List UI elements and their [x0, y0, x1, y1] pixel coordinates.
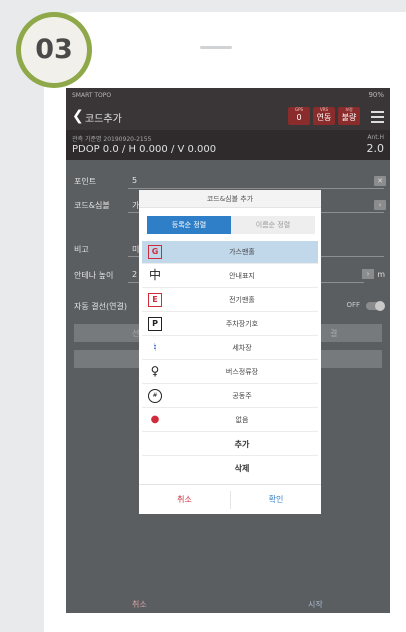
- symbol-item-none[interactable]: ● 없음: [142, 409, 318, 432]
- status-bar: SMART TOPO 90%: [66, 88, 390, 102]
- correction-status-pill[interactable]: 보정 불량: [338, 107, 360, 125]
- code-label: 코드&심볼: [74, 201, 110, 210]
- phone-screen: SMART TOPO 90% ❮ 코드추가 GPS 0 VRS 연동 보정 불량…: [66, 88, 390, 613]
- menu-icon[interactable]: [371, 111, 384, 126]
- status-app-name: SMART TOPO: [72, 92, 112, 99]
- pdop-readout: PDOP 0.0 / H 0.000 / V 0.000: [72, 144, 217, 155]
- symbol-item-joint-pole[interactable]: # 공동주: [142, 385, 318, 408]
- back-icon[interactable]: ❮: [72, 108, 84, 124]
- auto-connect-toggle[interactable]: [366, 301, 385, 311]
- antenna-select-icon[interactable]: ›: [362, 269, 374, 279]
- cancel-button[interactable]: 취소: [132, 599, 147, 610]
- phone-speaker: [200, 46, 232, 49]
- point-underline: [128, 188, 384, 189]
- point-label: 포인트: [74, 177, 97, 186]
- antenna-height-value: 2.0: [366, 142, 385, 155]
- symbol-item-electric-manhole[interactable]: E 전기맨홀: [142, 289, 318, 312]
- pill-value: 0: [296, 113, 302, 122]
- point-value[interactable]: 5: [132, 176, 137, 185]
- step-badge: 03: [16, 12, 92, 88]
- vrs-status-pill[interactable]: VRS 연동: [313, 107, 335, 125]
- guide-sign-icon: 中: [148, 268, 161, 282]
- add-symbol-button[interactable]: 추가: [142, 433, 318, 456]
- antenna-height-label: Ant.H: [367, 134, 384, 141]
- add-symbol-label: 추가: [234, 440, 250, 449]
- symbol-item-label: 없음: [235, 416, 249, 424]
- clear-point-icon[interactable]: ✕: [374, 176, 386, 186]
- red-dot-icon: ●: [150, 414, 160, 425]
- symbol-item-bus-stop[interactable]: ♀ 버스정류장: [142, 361, 318, 384]
- delete-symbol-button[interactable]: 삭제: [142, 457, 318, 480]
- delete-symbol-label: 삭제: [234, 464, 250, 473]
- bottom-bar: 취소 시작: [66, 593, 390, 613]
- bell-icon: ♮: [153, 341, 157, 354]
- auto-connect-state: OFF: [346, 301, 360, 309]
- start-button[interactable]: 시작: [308, 599, 323, 610]
- symbol-dialog: 코드&심볼 추가 등록순 정렬 이름순 정렬 G 가스맨홀 中 안내표지 E 전…: [139, 190, 321, 514]
- auto-connect-label: 자동 결선(연결): [74, 302, 127, 311]
- info-line: 관측 기준명 20190920-2155: [72, 136, 152, 143]
- app-title: 코드추가: [85, 114, 122, 125]
- battery-level: 90%: [368, 91, 384, 99]
- symbol-item-label: 가스맨홀: [229, 248, 255, 256]
- symbol-item-label: 전기맨홀: [229, 296, 255, 304]
- electric-manhole-icon: E: [148, 293, 162, 307]
- dialog-confirm-button[interactable]: 확인: [231, 485, 321, 515]
- symbol-item-gas-manhole[interactable]: G 가스맨홀: [142, 241, 318, 264]
- symbol-item-car-wash[interactable]: ♮ 세차장: [142, 337, 318, 360]
- symbol-item-guide-sign[interactable]: 中 안내표지: [142, 265, 318, 288]
- pill-value: 연동: [316, 113, 332, 122]
- dialog-cancel-button[interactable]: 취소: [139, 485, 230, 515]
- connect-button-label: 결: [330, 329, 338, 338]
- symbol-item-label: 안내표지: [229, 272, 255, 280]
- parking-icon: P: [148, 317, 162, 331]
- note-label: 비고: [74, 245, 89, 254]
- symbol-item-label: 공동주: [232, 392, 252, 400]
- symbol-item-parking[interactable]: P 주차장기호: [142, 313, 318, 336]
- antenna-value[interactable]: 2: [132, 270, 137, 279]
- antenna-unit: m: [377, 270, 385, 279]
- symbol-item-label: 세차장: [232, 344, 252, 352]
- antenna-label: 안테나 높이: [74, 271, 114, 280]
- tab-sort-name[interactable]: 이름순 정렬: [231, 216, 315, 234]
- gas-manhole-icon: G: [148, 245, 162, 259]
- code-select-icon[interactable]: ›: [374, 200, 386, 210]
- info-bar: 관측 기준명 20190920-2155 PDOP 0.0 / H 0.000 …: [66, 130, 390, 160]
- bus-stop-icon: ♀: [150, 364, 160, 378]
- symbol-item-label: 버스정류장: [225, 368, 259, 376]
- step-number: 03: [21, 17, 87, 83]
- pill-value: 불량: [341, 113, 357, 122]
- app-bar: ❮ 코드추가 GPS 0 VRS 연동 보정 불량: [66, 102, 390, 130]
- pole-icon: #: [148, 389, 162, 403]
- tab-sort-registered[interactable]: 등록순 정렬: [147, 216, 231, 234]
- dialog-title: 코드&심볼 추가: [139, 190, 321, 208]
- gps-status-pill[interactable]: GPS 0: [288, 107, 310, 125]
- dialog-footer: 취소 확인: [139, 484, 321, 514]
- symbol-item-label: 주차장기호: [225, 320, 259, 328]
